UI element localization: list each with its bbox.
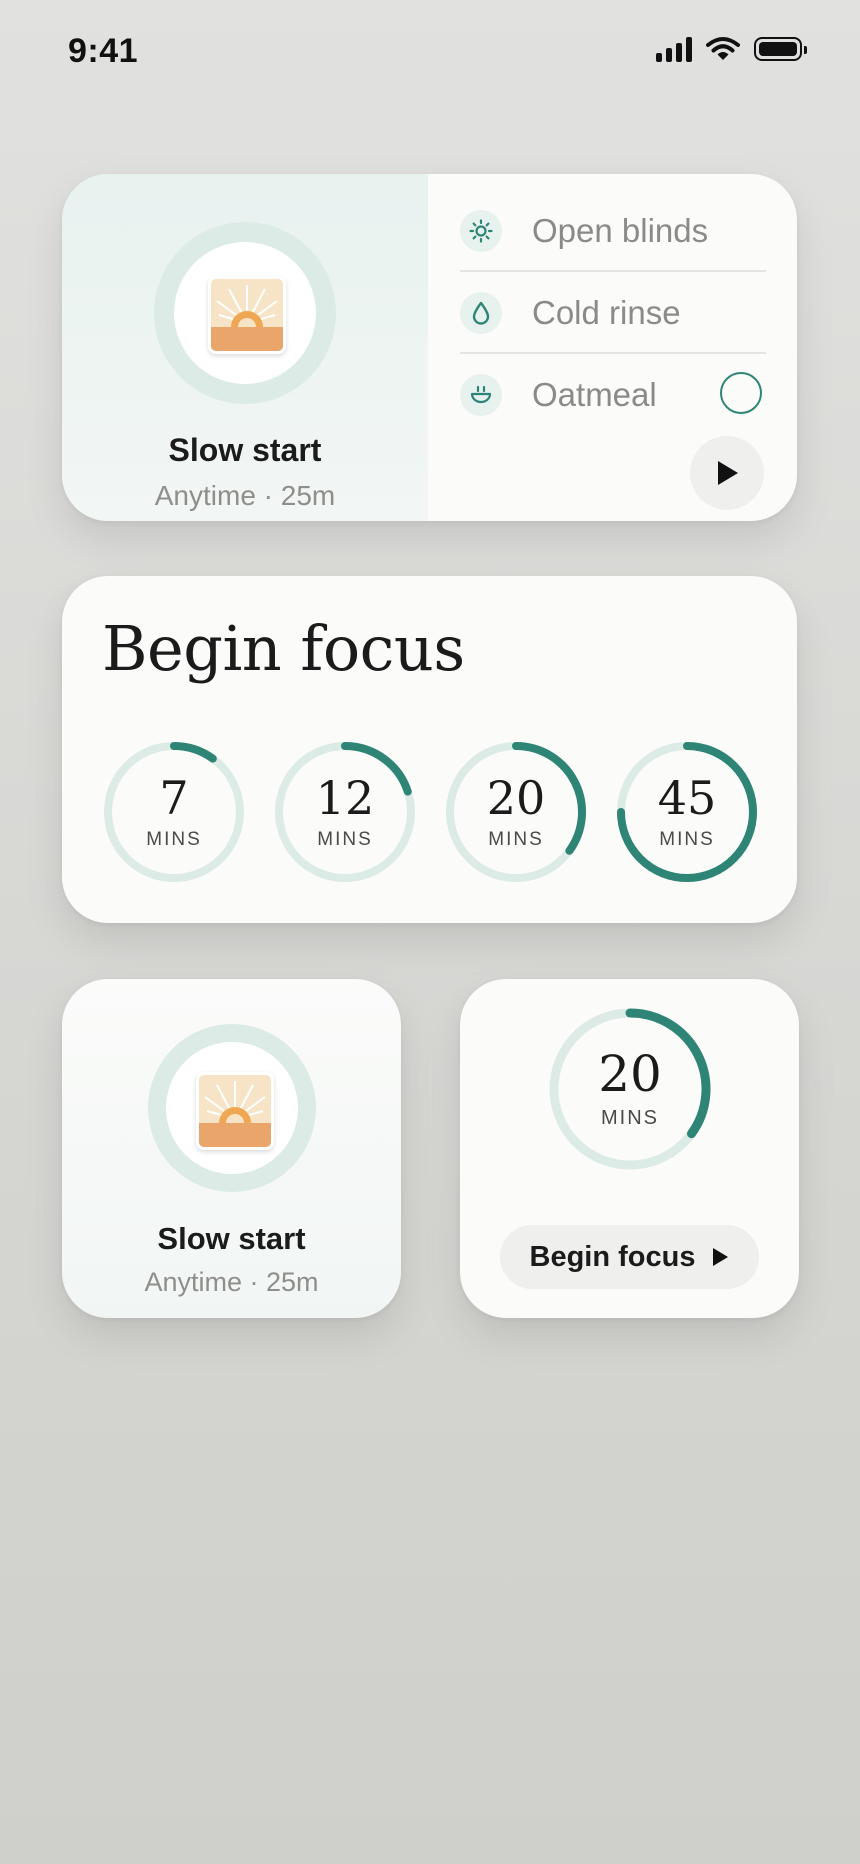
timer-display: 20 MINS <box>546 1005 714 1173</box>
timer-unit: MINS <box>146 829 202 850</box>
begin-focus-button[interactable]: Begin focus <box>500 1225 759 1289</box>
play-icon <box>713 1248 729 1266</box>
task-item-cold-rinse[interactable]: Cold rinse <box>460 272 766 354</box>
status-icons <box>656 36 807 62</box>
sunrise-icon <box>208 276 286 354</box>
timer-value: 20 <box>486 771 546 825</box>
status-time: 9:41 <box>68 32 139 70</box>
task-checkbox[interactable] <box>720 372 762 414</box>
timer-value: 45 <box>657 771 717 825</box>
sun-icon <box>460 210 502 252</box>
timer-option[interactable]: 20 MINS <box>443 739 589 885</box>
routine-summary[interactable]: Slow start Anytime · 25m <box>62 174 428 521</box>
timer-value: 7 <box>159 771 189 825</box>
timer-value: 12 <box>315 771 375 825</box>
task-item-open-blinds[interactable]: Open blinds <box>460 190 766 272</box>
task-label: Cold rinse <box>532 294 681 331</box>
timer-unit: MINS <box>488 829 544 850</box>
timer-unit: MINS <box>601 1107 659 1129</box>
timer-unit: MINS <box>317 829 373 850</box>
timer-value: 20 <box>598 1045 662 1103</box>
routine-title: Slow start <box>157 1221 306 1256</box>
task-label: Oatmeal <box>532 376 657 413</box>
battery-icon <box>754 37 807 61</box>
routine-subtitle: Anytime · 25m <box>144 1267 319 1297</box>
timer-unit: MINS <box>659 829 715 850</box>
cellular-signal-icon <box>656 36 692 62</box>
play-icon <box>718 461 738 485</box>
wifi-icon <box>706 37 740 60</box>
focus-widget-large[interactable]: Begin focus 7 MINS 12 MINS 20 MINS 45 MI… <box>62 576 797 923</box>
begin-focus-label: Begin focus <box>529 1240 696 1273</box>
routine-widget-small[interactable]: Slow start Anytime · 25m <box>62 979 401 1318</box>
timer-option[interactable]: 45 MINS <box>614 739 760 885</box>
routine-subtitle: Anytime · 25m <box>154 480 336 511</box>
status-bar: 9:41 <box>0 0 860 110</box>
droplet-icon <box>460 292 502 334</box>
sunrise-icon <box>196 1072 274 1150</box>
routine-title: Slow start <box>168 432 322 468</box>
timer-option[interactable]: 7 MINS <box>101 739 247 885</box>
play-button[interactable] <box>690 436 764 510</box>
bowl-icon <box>460 374 502 416</box>
timer-option[interactable]: 12 MINS <box>272 739 418 885</box>
task-label: Open blinds <box>532 212 709 249</box>
focus-widget-small[interactable]: 20 MINS Begin focus <box>460 979 799 1318</box>
focus-title: Begin focus <box>102 612 465 685</box>
routine-widget-large[interactable]: Slow start Anytime · 25m Open blinds Col… <box>62 174 797 521</box>
